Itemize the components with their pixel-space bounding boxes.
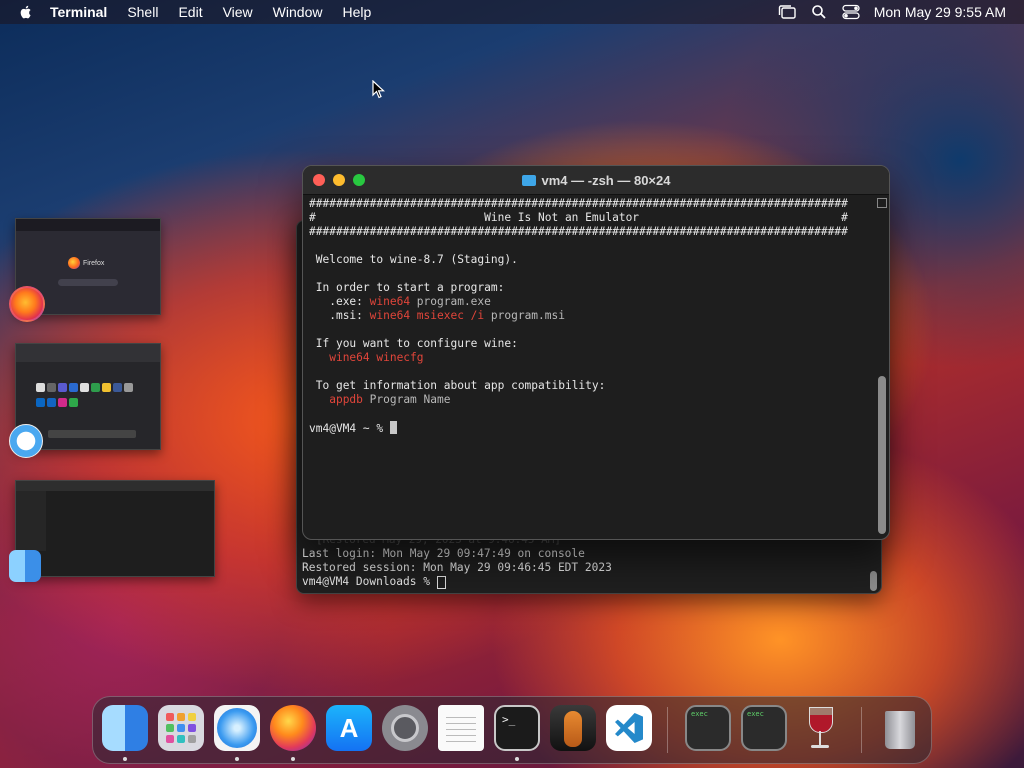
appdb-command: appdb — [315, 393, 363, 406]
dock-exec-icon[interactable]: exec — [741, 705, 787, 751]
scrollbar-thumb[interactable] — [878, 376, 886, 534]
vertical-scrollbar[interactable] — [877, 196, 887, 536]
start-program-heading: In order to start a program: — [315, 281, 505, 294]
folder-icon — [521, 174, 536, 186]
exe-command: wine64 — [369, 295, 411, 308]
window-title: vm4 — -zsh — 80×24 — [303, 173, 889, 188]
exe-label: .exe: — [315, 295, 370, 308]
dock-exec-icon[interactable]: exec — [685, 705, 731, 751]
configure-heading: If you want to configure wine: — [315, 337, 518, 350]
terminal-window[interactable]: vm4 — -zsh — 80×24 #####################… — [302, 165, 890, 540]
dock-separator — [861, 707, 862, 753]
text-cursor — [436, 575, 446, 589]
welcome-line: Welcome to wine-8.7 (Staging). — [315, 253, 518, 266]
menu-shell[interactable]: Shell — [127, 0, 158, 24]
banner-border-top: ########################################… — [309, 197, 848, 210]
dock-wine-icon[interactable] — [797, 705, 843, 751]
window-titlebar[interactable]: vm4 — -zsh — 80×24 — [303, 166, 889, 195]
firefox-thumb-logo: Firefox — [68, 257, 104, 269]
terminal-output[interactable]: ########################################… — [309, 197, 869, 436]
mouse-cursor-icon — [372, 80, 386, 99]
thumbnail-titlebar — [16, 344, 160, 362]
dock-textedit-icon[interactable] — [438, 705, 484, 751]
shell-prompt: vm4@VM4 Downloads % — [302, 575, 437, 588]
firefox-app-badge-icon[interactable] — [9, 286, 45, 322]
dock-separator — [667, 707, 668, 753]
minimize-button[interactable] — [333, 174, 345, 186]
running-indicator — [235, 757, 239, 761]
shell-prompt: vm4@VM4 ~ % — [309, 422, 390, 435]
thumbnail-titlebar — [16, 219, 160, 231]
control-center-icon[interactable] — [842, 4, 860, 20]
restored-session-line: Restored session: Mon May 29 09:46:45 ED… — [302, 561, 612, 574]
thumbnail-search-bar — [48, 430, 136, 438]
dock-trash-icon[interactable] — [877, 705, 923, 751]
msi-argument: program.msi — [484, 309, 565, 322]
menu-bar: Terminal Shell Edit View Window Help Mon… — [0, 0, 1024, 24]
scrollbar-thumb[interactable] — [870, 571, 877, 591]
dock-vscode-icon[interactable] — [606, 705, 652, 751]
safari-app-badge-icon[interactable] — [9, 424, 43, 458]
menu-help[interactable]: Help — [342, 0, 371, 24]
running-indicator — [291, 757, 295, 761]
dock-finder-icon[interactable] — [102, 705, 148, 751]
appdb-argument: Program Name — [362, 393, 451, 406]
spotlight-search-icon[interactable] — [810, 4, 828, 20]
scrollbar-split-button[interactable] — [877, 198, 887, 208]
exe-argument: program.exe — [410, 295, 491, 308]
apple-menu-icon[interactable] — [18, 4, 34, 20]
msi-command: wine64 msiexec /i — [369, 309, 485, 322]
dock-garageband-icon[interactable] — [550, 705, 596, 751]
winecfg-command: wine64 winecfg — [315, 351, 424, 364]
favorites-grid — [36, 381, 144, 411]
stage-thumbnail-finder[interactable] — [15, 480, 215, 577]
compat-heading: To get information about app compatibili… — [315, 379, 606, 392]
firefox-icon — [68, 257, 80, 269]
text-cursor — [389, 421, 397, 434]
dock-system-settings-icon[interactable] — [382, 705, 428, 751]
stage-manager-icon[interactable] — [778, 4, 796, 20]
menu-app-name[interactable]: Terminal — [50, 0, 107, 24]
dock-launchpad-icon[interactable] — [158, 705, 204, 751]
dock-app-store-icon[interactable]: A — [326, 705, 372, 751]
menu-edit[interactable]: Edit — [178, 0, 202, 24]
menu-window[interactable]: Window — [273, 0, 323, 24]
banner-title: # Wine Is Not an Emulator # — [309, 211, 848, 224]
running-indicator — [515, 757, 519, 761]
menu-view[interactable]: View — [223, 0, 253, 24]
zoom-button[interactable] — [353, 174, 365, 186]
terminal-output-background[interactable]: Last login: Mon May 29 09:47:49 on conso… — [302, 547, 612, 589]
finder-app-badge-icon[interactable] — [9, 550, 41, 582]
thumbnail-search-bar — [58, 279, 118, 286]
thumbnail-sidebar — [16, 491, 46, 551]
running-indicator — [123, 757, 127, 761]
dock-safari-icon[interactable] — [214, 705, 260, 751]
dock: A >_ exec exec — [92, 696, 932, 764]
dock-terminal-icon[interactable]: >_ — [494, 705, 540, 751]
msi-label: .msi: — [315, 309, 370, 322]
last-login-line: Last login: Mon May 29 09:47:49 on conso… — [302, 547, 585, 560]
close-button[interactable] — [313, 174, 325, 186]
dock-firefox-icon[interactable] — [270, 705, 316, 751]
thumbnail-titlebar — [16, 481, 214, 491]
banner-border-bottom: ########################################… — [309, 225, 848, 238]
menu-bar-clock[interactable]: Mon May 29 9:55 AM — [874, 4, 1006, 20]
